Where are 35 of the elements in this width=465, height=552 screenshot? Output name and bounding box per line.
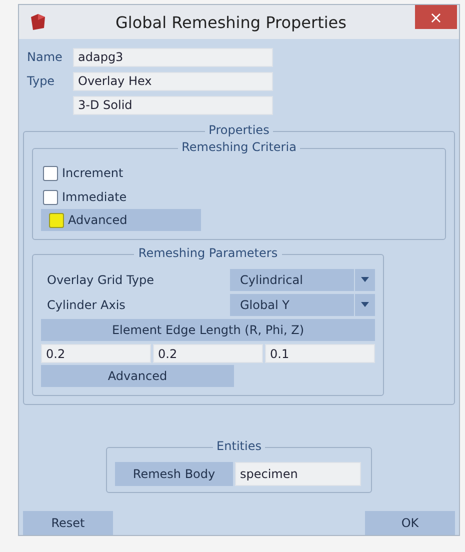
number-field[interactable]: 0.1 <box>265 344 375 363</box>
remesh-body-button[interactable]: Remesh Body <box>115 462 233 486</box>
dropdown-value: Global Y <box>239 298 290 312</box>
number-field[interactable]: 0.2 <box>41 344 151 363</box>
ok-button[interactable]: OK <box>365 511 455 535</box>
close-button[interactable]: × <box>415 5 457 29</box>
advanced-button[interactable]: Advanced <box>41 365 234 387</box>
dropdown-arrow-icon <box>361 302 369 307</box>
group-title: Remeshing Criteria <box>178 140 300 154</box>
reset-button[interactable]: Reset <box>23 511 113 535</box>
group-title: Entities <box>212 439 266 453</box>
app-icon <box>29 13 47 31</box>
dropdown-arrow-icon <box>361 277 369 282</box>
body-field[interactable]: specimen <box>235 462 361 486</box>
dropdown-label: Overlay Grid Type <box>46 272 156 286</box>
text-field[interactable]: adapg3 <box>73 48 273 66</box>
text-field[interactable]: Overlay Hex <box>73 72 273 90</box>
dropdown[interactable]: Global Y <box>230 294 375 316</box>
field-label: Name <box>26 50 64 64</box>
dropdown-value: Cylindrical <box>239 272 304 286</box>
dropdown-label: Cylinder Axis <box>46 298 126 312</box>
group-title: Properties <box>204 123 274 137</box>
checkbox-label: Increment <box>62 166 124 180</box>
advanced-button[interactable]: Advanced <box>41 209 201 231</box>
number-field[interactable]: 0.2 <box>153 344 263 363</box>
group-title: Remeshing Parameters <box>134 246 282 260</box>
text-field[interactable]: 3-D Solid <box>73 96 273 114</box>
checkbox-label: Immediate <box>62 190 127 204</box>
checkbox[interactable] <box>43 190 58 204</box>
window-title: Global Remeshing Properties <box>114 12 348 32</box>
field-label: Type <box>26 74 56 88</box>
edge-length-button[interactable]: Element Edge Length (R, Phi, Z) <box>41 319 375 341</box>
button-label: Advanced <box>68 213 128 227</box>
dropdown[interactable]: Cylindrical <box>230 268 375 290</box>
checkbox[interactable] <box>43 166 58 180</box>
